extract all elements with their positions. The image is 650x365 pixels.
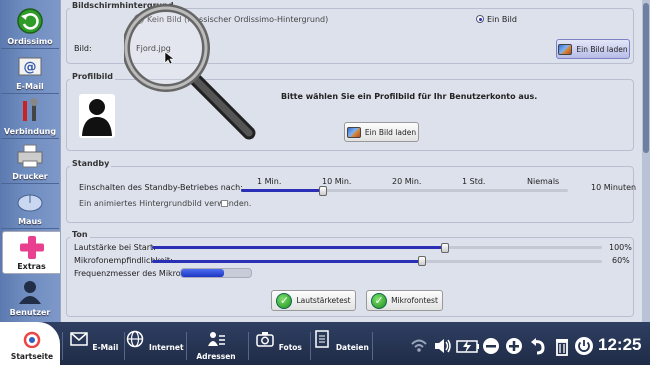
volume-slider-handle[interactable] — [441, 243, 449, 253]
taskbar-fotos[interactable]: Fotos — [248, 330, 308, 365]
sidebar-item-label: Drucker — [12, 172, 48, 181]
sidebar-item-ordissimo[interactable]: Ordissimo — [1, 6, 59, 49]
sidebar-item-label: Verbindung — [3, 127, 57, 136]
plus-icon — [20, 236, 44, 259]
radio-image[interactable] — [476, 15, 484, 23]
sidebar-item-maus[interactable]: Maus — [1, 186, 59, 229]
standby-tick-10min: 10 Min. — [322, 177, 352, 186]
volume-slider-fill — [152, 246, 445, 249]
volume-label: Lautstärke bei Start: — [74, 243, 156, 252]
envelope-icon — [69, 332, 88, 346]
volume-value: 100% — [609, 243, 632, 252]
taskbar-label: Adressen — [196, 352, 236, 361]
sidebar-item-benutzer[interactable]: Benutzer — [1, 276, 59, 319]
taskbar-label: Fotos — [278, 343, 302, 352]
profile-instruction: Bitte wählen Sie ein Profilbild für Ihr … — [281, 92, 538, 101]
taskbar-internet[interactable]: Internet — [124, 330, 184, 365]
button-label: Lautstärketest — [296, 296, 351, 305]
section-title: Ton — [70, 230, 90, 239]
tools-icon — [23, 98, 38, 121]
sidebar-item-label: E-Mail — [16, 82, 44, 91]
image-field-label: Bild: — [74, 44, 92, 53]
mic-sensitivity-handle[interactable] — [418, 256, 426, 266]
standby-tick-1std: 1 Std. — [462, 177, 486, 186]
button-label: Ein Bild laden — [576, 44, 628, 54]
mic-sensitivity-value: 60% — [612, 256, 630, 265]
files-icon — [315, 330, 329, 348]
clock: 12:25 — [598, 335, 642, 354]
zoom-out-icon[interactable] — [482, 336, 500, 356]
camera-icon — [256, 332, 274, 347]
sidebar-item-label: Ordissimo — [7, 37, 53, 46]
picture-icon — [346, 126, 361, 138]
sidebar: Ordissimo @ E-Mail Verbindung Drucker Ma… — [0, 0, 61, 322]
globe-icon — [127, 330, 144, 348]
sidebar-item-label: Benutzer — [9, 308, 51, 317]
sidebar-item-label: Maus — [18, 217, 42, 226]
mic-level-meter-fill — [181, 269, 224, 277]
power-icon[interactable] — [574, 336, 594, 356]
home-arrow-icon — [17, 8, 43, 34]
scrollbar-thumb[interactable] — [643, 3, 649, 153]
sidebar-item-verbindung[interactable]: Verbindung — [1, 96, 59, 139]
speaker-icon[interactable] — [433, 336, 453, 356]
taskbar-email[interactable]: E-Mail — [63, 330, 123, 365]
scrollbar[interactable] — [642, 0, 650, 322]
mic-level-meter — [180, 268, 252, 278]
zoom-in-icon[interactable] — [505, 336, 523, 356]
mic-test-button[interactable]: ✓ Mikrofontest — [366, 290, 443, 311]
taskbar-label: E-Mail — [92, 343, 119, 352]
standby-tick-20min: 20 Min. — [392, 177, 422, 186]
profile-avatar-icon — [79, 94, 115, 138]
standby-tick-niemals: Niemals — [527, 177, 560, 186]
check-icon: ✓ — [371, 292, 388, 309]
section-title: Standby — [70, 159, 112, 168]
standby-section: Standby — [66, 159, 634, 223]
mic-sensitivity-fill — [152, 260, 422, 263]
standby-value: 10 Minuten — [591, 183, 637, 192]
section-title: Profilbild — [70, 72, 115, 81]
taskbar-separator — [372, 332, 373, 360]
sidebar-item-email[interactable]: @ E-Mail — [1, 51, 59, 94]
button-label: Mikrofontest — [391, 296, 438, 305]
magnifier-icon — [124, 4, 256, 140]
sidebar-item-drucker[interactable]: Drucker — [1, 141, 59, 184]
trash-icon[interactable] — [553, 336, 571, 356]
standby-label: Einschalten des Standby-Betriebes nach: — [79, 183, 243, 192]
picture-icon — [558, 43, 573, 55]
standby-tick-1min: 1 Min. — [257, 177, 282, 186]
wifi-icon[interactable] — [410, 336, 428, 356]
standby-slider-handle[interactable] — [319, 186, 327, 196]
battery-charging-icon[interactable] — [456, 336, 480, 356]
taskbar-adressen[interactable]: Adressen — [186, 330, 246, 365]
mouse-cursor-icon — [164, 51, 174, 65]
ordissimo-logo-icon — [23, 331, 41, 349]
undo-arrow-icon[interactable] — [529, 336, 547, 356]
button-label: Ein Bild laden — [364, 127, 417, 137]
mouse-icon — [17, 194, 43, 212]
taskbar-startseite[interactable]: Startseite — [2, 330, 62, 365]
taskbar-label: Startseite — [10, 352, 54, 361]
taskbar-label: Internet — [149, 343, 184, 352]
standby-slider-fill — [241, 189, 323, 192]
volume-test-button[interactable]: ✓ Lautstärketest — [271, 290, 356, 311]
printer-icon — [17, 144, 43, 168]
contacts-icon — [208, 332, 225, 346]
check-icon: ✓ — [276, 292, 293, 309]
load-profile-button[interactable]: Ein Bild laden — [344, 122, 419, 142]
taskbar-label: Dateien — [335, 343, 369, 352]
animated-background-checkbox[interactable] — [221, 200, 228, 207]
sidebar-item-extras[interactable]: Extras — [2, 231, 61, 274]
svg-text:@: @ — [24, 60, 37, 75]
load-background-button[interactable]: Ein Bild laden — [556, 39, 630, 59]
option-image-label: Ein Bild — [487, 15, 517, 24]
email-icon: @ — [18, 57, 42, 76]
sidebar-item-label: Extras — [17, 262, 46, 271]
taskbar-dateien[interactable]: Dateien — [310, 330, 370, 365]
user-icon — [19, 281, 41, 304]
